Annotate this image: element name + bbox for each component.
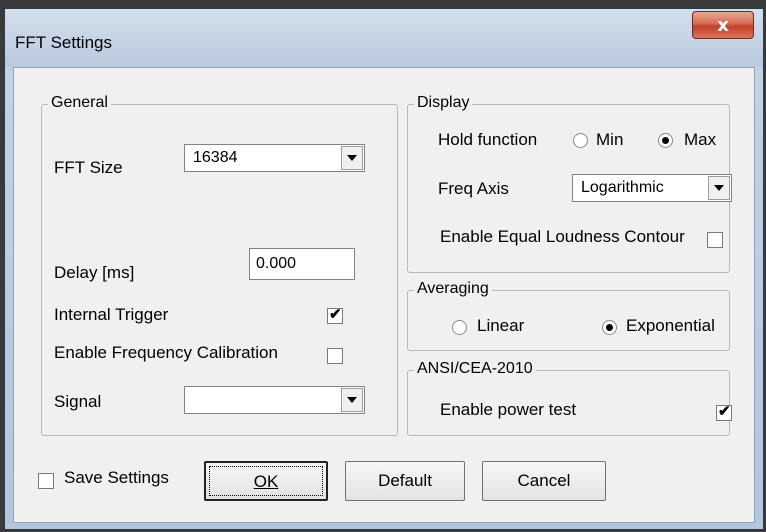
averaging-exponential-label[interactable]: Exponential [626,316,715,336]
general-legend: General [48,94,111,112]
title-bar[interactable]: FFT Settings x [5,9,763,67]
hold-min-radio[interactable] [573,133,588,148]
fft-size-label: FFT Size [54,158,123,177]
freq-axis-select[interactable]: Logarithmic [572,174,732,202]
enable-freq-cal-checkbox[interactable] [327,348,343,364]
power-test-checkbox[interactable]: ✔ [716,403,732,421]
display-legend: Display [414,94,473,112]
ok-button[interactable]: OK [204,461,328,501]
averaging-linear-radio[interactable] [452,320,467,335]
freq-axis-dropdown-button[interactable] [708,176,730,200]
averaging-legend: Averaging [414,280,492,298]
internal-trigger-checkbox[interactable]: ✔ [327,306,343,324]
enable-freq-cal-label: Enable Frequency Calibration [54,343,278,362]
equal-loudness-label: Enable Equal Loudness Contour [440,227,685,246]
equal-loudness-checkbox[interactable] [707,232,723,248]
checkmark-icon: ✔ [718,403,731,420]
chevron-down-icon [347,397,357,403]
averaging-group: Averaging Linear Exponential [407,280,730,351]
chevron-down-icon [714,185,724,191]
close-icon: x [717,14,729,36]
save-settings-label[interactable]: Save Settings [64,468,169,488]
averaging-linear-label[interactable]: Linear [477,316,524,336]
close-button[interactable]: x [692,11,754,39]
signal-dropdown-button[interactable] [341,388,363,412]
default-button[interactable]: Default [345,461,465,501]
ansi-legend: ANSI/CEA-2010 [414,360,536,378]
hold-min-label[interactable]: Min [596,130,623,150]
chevron-down-icon [347,155,357,161]
signal-select[interactable] [184,386,365,414]
signal-label: Signal [54,392,102,411]
default-label: Default [378,471,432,490]
hold-max-label[interactable]: Max [684,130,716,150]
fft-size-value: 16384 [193,149,238,166]
delay-label: Delay [ms] [54,263,135,282]
fft-size-dropdown-button[interactable] [341,146,363,170]
radio-selected-dot [662,137,669,144]
internal-trigger-label: Internal Trigger [54,305,169,324]
cancel-button[interactable]: Cancel [482,461,606,501]
hold-function-label: Hold function [438,130,538,149]
averaging-exponential-radio[interactable] [602,320,617,335]
dialog-client-area: General FFT Size 16384 Delay [ms] Intern… [13,67,755,523]
radio-selected-dot [606,324,613,331]
freq-axis-value: Logarithmic [581,179,664,196]
fft-settings-dialog: FFT Settings x General FFT Size 16384 De… [4,8,764,530]
display-group: Display Hold function Min Max Freq Axis … [407,94,732,273]
checkmark-icon: ✔ [329,306,342,323]
window-title: FFT Settings [15,33,112,52]
general-group: General FFT Size 16384 Delay [ms] Intern… [41,94,398,436]
delay-input[interactable] [249,248,355,280]
freq-axis-label: Freq Axis [438,179,509,198]
delay-field[interactable] [250,249,354,279]
ansi-group: ANSI/CEA-2010 Enable power test ✔ [407,360,732,436]
focus-rect [209,466,323,496]
save-settings-checkbox[interactable] [38,473,54,489]
fft-size-select[interactable]: 16384 [184,144,365,172]
hold-max-radio[interactable] [658,133,673,148]
cancel-label: Cancel [517,471,571,490]
power-test-label: Enable power test [440,400,577,419]
